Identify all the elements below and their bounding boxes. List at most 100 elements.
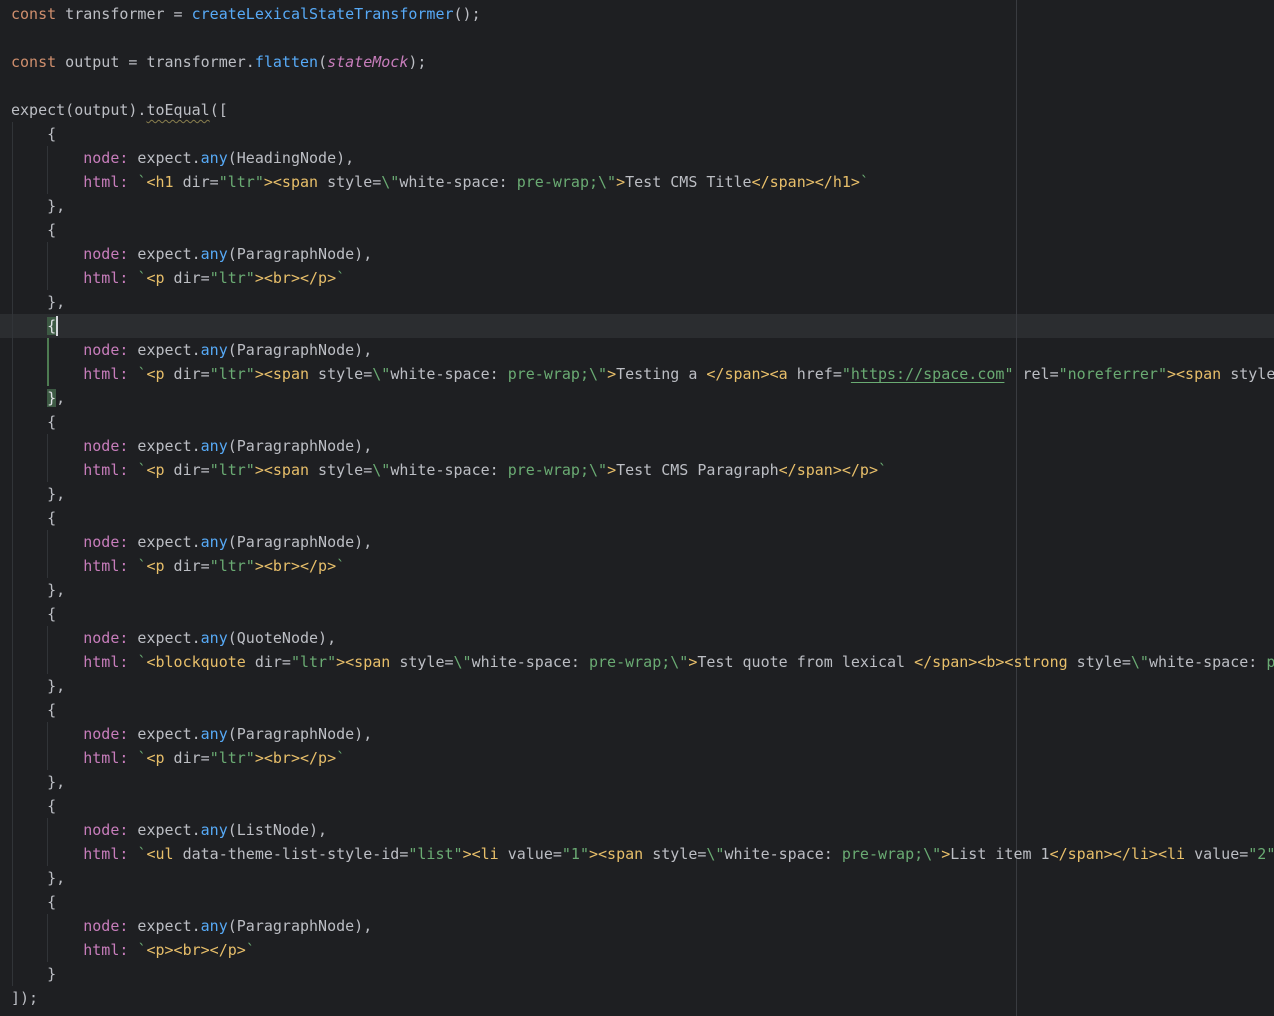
code-token: node: [83,821,128,839]
code-token: }, [11,485,65,503]
code-line-2[interactable] [0,26,1274,50]
code-token: html: [83,653,128,671]
code-line-19[interactable]: node: expect.any(ParagraphNode), [0,434,1274,458]
code-token: }, [11,869,65,887]
code-line-8[interactable]: html: `<h1 dir="ltr"><span style=\"white… [0,170,1274,194]
code-token: ]); [11,989,38,1007]
code-token [11,173,83,191]
code-line-31[interactable]: node: expect.any(ParagraphNode), [0,722,1274,746]
code-line-18[interactable]: { [0,410,1274,434]
code-token: style= [390,653,453,671]
code-line-20[interactable]: html: `<p dir="ltr"><span style=\"white-… [0,458,1274,482]
code-line-40[interactable]: html: `<p><br></p>` [0,938,1274,962]
code-token: dir= [165,365,210,383]
code-line-1[interactable]: const transformer = createLexicalStateTr… [0,2,1274,26]
code-token: { [11,125,56,143]
code-line-33[interactable]: }, [0,770,1274,794]
code-line-17[interactable]: }, [0,386,1274,410]
code-line-4[interactable] [0,74,1274,98]
code-token: (ParagraphNode), [228,917,373,935]
code-line-15[interactable]: node: expect.any(ParagraphNode), [0,338,1274,362]
code-line-16[interactable]: html: `<p dir="ltr"><span style=\"white-… [0,362,1274,386]
code-token: Test CMS Paragraph [616,461,779,479]
code-line-11[interactable]: node: expect.any(ParagraphNode), [0,242,1274,266]
code-line-36[interactable]: html: `<ul data-theme-list-style-id="lis… [0,842,1274,866]
code-line-29[interactable]: }, [0,674,1274,698]
code-token: ([ [210,101,228,119]
code-line-28[interactable]: html: `<blockquote dir="ltr"><span style… [0,650,1274,674]
code-token: (ListNode), [228,821,327,839]
code-token: dir= [165,749,210,767]
code-token: expect. [128,245,200,263]
code-line-34[interactable]: { [0,794,1274,818]
code-token: </span><a [706,365,787,383]
code-token: value= [499,845,562,863]
code-line-6[interactable]: { [0,122,1274,146]
code-line-39[interactable]: node: expect.any(ParagraphNode), [0,914,1274,938]
code-token: ><span [264,173,318,191]
code-line-26[interactable]: { [0,602,1274,626]
code-token: (HeadingNode), [228,149,354,167]
code-line-25[interactable]: }, [0,578,1274,602]
code-line-30[interactable]: { [0,698,1274,722]
code-token: }, [11,677,65,695]
code-token: ` [336,269,345,287]
code-editor[interactable]: const transformer = createLexicalStateTr… [0,0,1274,1016]
code-line-24[interactable]: html: `<p dir="ltr"><br></p>` [0,554,1274,578]
code-token: data-theme-list-style-id= [174,845,409,863]
code-token: "ltr" [210,269,255,287]
code-line-42[interactable]: ]); [0,986,1274,1010]
code-token: style= [309,461,372,479]
code-token: createLexicalStateTransformer [192,5,454,23]
code-token: white-space: [1149,653,1257,671]
code-line-5[interactable]: expect(output).toEqual([ [0,98,1274,122]
code-token: "list" [408,845,462,863]
code-token: <p [146,365,164,383]
code-token: transformer = [56,5,191,23]
code-line-21[interactable]: }, [0,482,1274,506]
code-line-22[interactable]: { [0,506,1274,530]
code-token: ` [860,173,869,191]
code-token: node: [83,245,128,263]
code-line-3[interactable]: const output = transformer.flatten(state… [0,50,1274,74]
code-token: "noreferrer" [1059,365,1167,383]
code-line-32[interactable]: html: `<p dir="ltr"><br></p>` [0,746,1274,770]
code-token: expect. [128,725,200,743]
code-token: }, [11,293,65,311]
code-token: any [201,917,228,935]
code-token: (ParagraphNode), [228,725,373,743]
code-token: (ParagraphNode), [228,341,373,359]
code-token: Test quote from lexical [697,653,914,671]
code-token [11,629,83,647]
code-token: </span></p> [779,461,878,479]
code-token: ><li [463,845,499,863]
code-token: ` [336,557,345,575]
code-line-13[interactable]: }, [0,290,1274,314]
code-line-7[interactable]: node: expect.any(HeadingNode), [0,146,1274,170]
code-line-37[interactable]: }, [0,866,1274,890]
code-line-35[interactable]: node: expect.any(ListNode), [0,818,1274,842]
code-line-38[interactable]: { [0,890,1274,914]
code-line-14[interactable]: { [0,314,1274,338]
code-token: <blockquote [146,653,245,671]
code-token [11,725,83,743]
code-token: , [56,389,65,407]
code-line-41[interactable]: } [0,962,1274,986]
code-line-27[interactable]: node: expect.any(QuoteNode), [0,626,1274,650]
code-token: any [201,533,228,551]
code-line-12[interactable]: html: `<p dir="ltr"><br></p>` [0,266,1274,290]
code-line-23[interactable]: node: expect.any(ParagraphNode), [0,530,1274,554]
code-token: "ltr" [210,557,255,575]
code-token: html: [83,461,128,479]
code-token: { [11,701,56,719]
code-token: { [11,221,56,239]
code-token: { [11,413,56,431]
code-token: pre-wrap;\" [508,173,616,191]
code-line-9[interactable]: }, [0,194,1274,218]
code-token: \" [372,461,390,479]
code-token [11,749,83,767]
code-token: ` [878,461,887,479]
code-line-10[interactable]: { [0,218,1274,242]
code-token: </span><b><strong [914,653,1068,671]
code-token: node: [83,725,128,743]
